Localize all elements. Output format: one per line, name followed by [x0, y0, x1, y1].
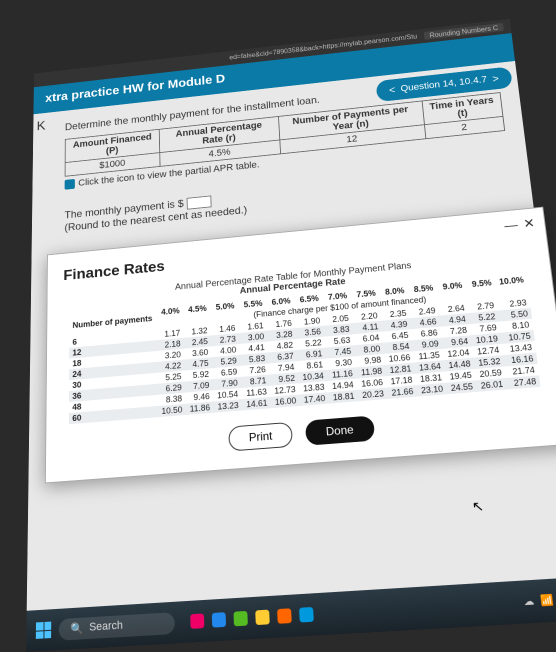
mouse-cursor-icon: ↖	[471, 498, 485, 516]
pinned-apps	[190, 607, 314, 629]
back-button[interactable]: K	[37, 119, 46, 134]
rate-cell: 21.66	[387, 385, 418, 399]
rate-cell: 24.55	[446, 380, 477, 394]
start-button[interactable]	[36, 622, 51, 639]
rate-cell: 16.00	[271, 395, 301, 409]
taskbar-search[interactable]: 🔍 Search	[59, 612, 175, 641]
rate-cell: 20.23	[358, 388, 388, 402]
rate-cell: 18.81	[329, 390, 359, 404]
rate-cell: 23.10	[417, 383, 448, 397]
rate-cell: 17.40	[300, 392, 330, 406]
print-button[interactable]: Print	[228, 422, 293, 452]
table-icon[interactable]	[65, 179, 75, 190]
page-body: xtra practice HW for Module D K < Questi…	[27, 33, 556, 611]
rate-cell: 14.61	[242, 397, 271, 411]
rate-cell: 26.01	[476, 378, 507, 392]
rate-cell: 27.48	[506, 375, 541, 389]
system-tray[interactable]: ☁ 📶 🔋	[523, 593, 556, 608]
app-icon[interactable]	[277, 608, 292, 624]
close-icon[interactable]: ✕	[523, 216, 536, 232]
app-icon[interactable]	[212, 612, 226, 627]
app-icon[interactable]	[190, 613, 204, 628]
cloud-icon[interactable]: ☁	[523, 595, 535, 607]
wifi-icon[interactable]: 📶	[540, 594, 554, 607]
app-icon[interactable]	[255, 610, 270, 626]
app-icon[interactable]	[233, 611, 247, 626]
next-question-button[interactable]: >	[492, 73, 500, 85]
search-icon: 🔍	[70, 621, 83, 635]
search-placeholder: Search	[89, 619, 123, 633]
done-button[interactable]: Done	[305, 415, 375, 445]
question-label: Question 14, 10.4.7	[400, 75, 487, 94]
finance-rates-modal: — ✕ Finance Rates Annual Percentage Rate…	[45, 207, 556, 484]
minimize-button[interactable]: —	[503, 217, 518, 232]
rate-cell: 13.23	[214, 399, 243, 413]
app-icon[interactable]	[299, 607, 314, 623]
rate-cell: 10.50	[158, 404, 187, 417]
prev-question-button[interactable]: <	[388, 84, 395, 96]
rate-cell: 11.86	[186, 401, 214, 414]
